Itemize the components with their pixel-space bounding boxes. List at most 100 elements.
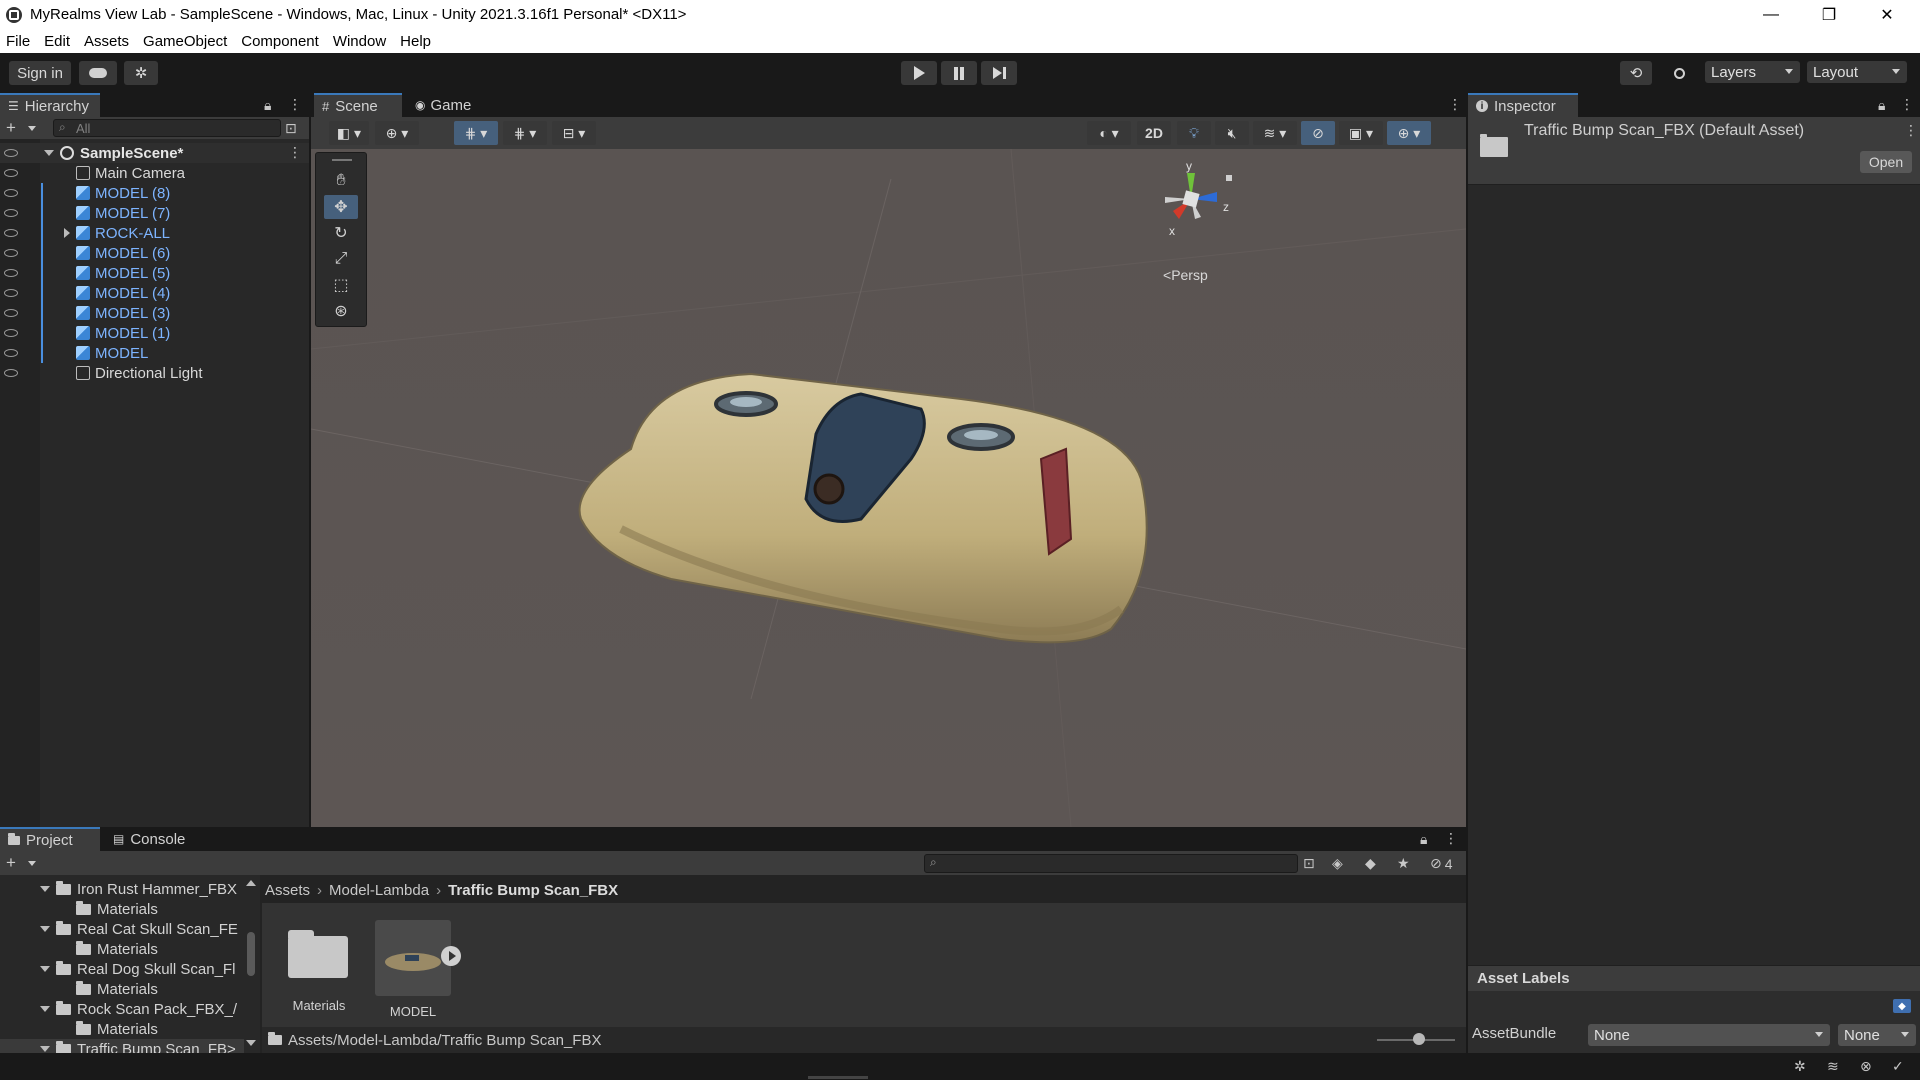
increment-snap-button[interactable]: ⋕ ▾ bbox=[503, 121, 547, 145]
inspector-kebab-icon[interactable]: ⋮ bbox=[1900, 96, 1914, 113]
kebab-menu-icon[interactable]: ⋮ bbox=[288, 96, 302, 113]
lock-icon[interactable]: 🔒︎ bbox=[264, 97, 271, 114]
eye-icon[interactable] bbox=[4, 149, 18, 157]
asset-model[interactable]: MODEL bbox=[375, 920, 465, 1020]
hierarchy-item[interactable]: MODEL (1) bbox=[0, 323, 309, 343]
project-tree-subfolder[interactable]: Materials bbox=[0, 939, 244, 959]
scroll-up-icon[interactable] bbox=[246, 880, 256, 886]
tag-icon[interactable]: ◆ bbox=[1893, 999, 1911, 1013]
menu-edit[interactable]: Edit bbox=[44, 33, 70, 50]
menu-help[interactable]: Help bbox=[400, 33, 431, 50]
tab-inspector[interactable]: i Inspector bbox=[1468, 93, 1578, 117]
audio-toggle-button[interactable]: 🔇︎ bbox=[1215, 121, 1249, 145]
breadcrumb-assets[interactable]: Assets bbox=[265, 882, 310, 899]
gizmos-button[interactable]: ⊕ ▾ bbox=[1387, 121, 1431, 145]
traffic-bump-model[interactable] bbox=[561, 339, 1161, 659]
2d-toggle-button[interactable]: 2D bbox=[1137, 121, 1171, 145]
persp-label[interactable]: <Persp bbox=[1163, 267, 1208, 283]
hierarchy-item[interactable]: MODEL (4) bbox=[0, 283, 309, 303]
zoom-slider-thumb[interactable] bbox=[1413, 1033, 1425, 1045]
pause-button[interactable] bbox=[941, 61, 977, 85]
search-filter-icon[interactable]: ⊡ bbox=[285, 120, 297, 137]
menu-assets[interactable]: Assets bbox=[84, 33, 129, 50]
network-icon[interactable]: ⊗ bbox=[1860, 1058, 1872, 1075]
project-kebab-icon[interactable]: ⋮ bbox=[1444, 830, 1458, 847]
play-button[interactable] bbox=[901, 61, 937, 85]
lighting-toggle-button[interactable]: 💡︎ bbox=[1177, 121, 1211, 145]
hierarchy-item[interactable]: MODEL (6) bbox=[0, 243, 309, 263]
hierarchy-item[interactable]: Main Camera bbox=[0, 163, 309, 183]
camera-settings-button[interactable]: ▣ ▾ bbox=[1339, 121, 1383, 145]
eye-icon[interactable] bbox=[4, 169, 18, 177]
scene-kebab-icon[interactable]: ⋮ bbox=[1448, 96, 1462, 113]
project-tree-folder[interactable]: Real Dog Skull Scan_Fl bbox=[0, 959, 244, 979]
tab-hierarchy[interactable]: ☰ Hierarchy bbox=[0, 93, 100, 117]
global-local-button[interactable]: ⊕ ▾ bbox=[375, 121, 419, 145]
expand-arrow-icon[interactable] bbox=[40, 926, 50, 932]
history-button[interactable]: ⟲ bbox=[1620, 61, 1652, 85]
collab-button[interactable]: ✲ bbox=[124, 61, 158, 85]
transform-tool-button[interactable]: ⊛ bbox=[324, 299, 358, 323]
sign-in-button[interactable]: Sign in bbox=[9, 61, 71, 85]
hand-tool-button[interactable]: ✋︎ bbox=[324, 169, 358, 193]
hierarchy-item[interactable]: MODEL (5) bbox=[0, 263, 309, 283]
breadcrumb-model-lambda[interactable]: Model-Lambda bbox=[329, 882, 429, 899]
eye-icon[interactable] bbox=[4, 249, 18, 257]
eye-icon[interactable] bbox=[4, 189, 18, 197]
effects-button[interactable]: ≋ ▾ bbox=[1253, 121, 1297, 145]
tab-project[interactable]: Project bbox=[0, 827, 100, 851]
menu-gameobject[interactable]: GameObject bbox=[143, 33, 227, 50]
hierarchy-search-input[interactable]: ⌕ All bbox=[53, 119, 281, 137]
scene-viewport[interactable]: y z x <Persp bbox=[311, 149, 1466, 827]
hidden-packages-button[interactable]: ⊘ 4 bbox=[1430, 855, 1453, 872]
assetbundle-variant-dropdown[interactable]: None bbox=[1838, 1024, 1916, 1046]
cloud-button[interactable] bbox=[79, 61, 117, 85]
scroll-down-icon[interactable] bbox=[246, 1040, 256, 1046]
check-icon[interactable]: ✓ bbox=[1892, 1058, 1904, 1075]
eye-icon[interactable] bbox=[4, 309, 18, 317]
filter-type-icon[interactable]: ◈ bbox=[1332, 855, 1343, 872]
project-lock-icon[interactable]: 🔒︎ bbox=[1420, 831, 1427, 848]
hidden-objects-button[interactable]: ⊘ bbox=[1301, 121, 1335, 145]
restore-button[interactable]: ❐ bbox=[1800, 0, 1858, 29]
tab-console[interactable]: ▤ Console bbox=[105, 827, 205, 851]
project-tree-folder[interactable]: Iron Rust Hammer_FBX bbox=[0, 879, 244, 899]
layers-dropdown[interactable]: Layers bbox=[1705, 61, 1800, 83]
breadcrumb-current[interactable]: Traffic Bump Scan_FBX bbox=[448, 882, 618, 899]
hierarchy-item[interactable]: ROCK-ALL bbox=[0, 223, 309, 243]
add-dropdown-icon[interactable] bbox=[28, 126, 36, 131]
open-button[interactable]: Open bbox=[1860, 151, 1912, 173]
draw-mode-button[interactable]: ◧ ▾ bbox=[329, 121, 369, 145]
expand-arrow-icon[interactable] bbox=[40, 1006, 50, 1012]
overlay-handle[interactable] bbox=[332, 159, 352, 161]
search-scope-icon[interactable]: ⊡ bbox=[1303, 855, 1315, 872]
eye-icon[interactable] bbox=[4, 209, 18, 217]
eye-icon[interactable] bbox=[4, 369, 18, 377]
zoom-slider[interactable] bbox=[1377, 1033, 1455, 1045]
expand-arrow-icon[interactable] bbox=[44, 150, 54, 156]
menu-component[interactable]: Component bbox=[241, 33, 319, 50]
rotate-tool-button[interactable]: ↻ bbox=[324, 221, 358, 245]
inspector-lock-icon[interactable]: 🔒︎ bbox=[1878, 97, 1885, 114]
step-button[interactable] bbox=[981, 61, 1017, 85]
project-tree-subfolder[interactable]: Materials bbox=[0, 979, 244, 999]
hierarchy-item[interactable]: MODEL (7) bbox=[0, 203, 309, 223]
project-tree-subfolder[interactable]: Materials bbox=[0, 899, 244, 919]
debug-icon[interactable]: ✲ bbox=[1794, 1058, 1806, 1075]
tab-scene[interactable]: # Scene bbox=[314, 93, 402, 117]
add-icon[interactable]: + bbox=[6, 118, 16, 138]
rect-tool-button[interactable]: ⬚ bbox=[324, 273, 358, 297]
eye-icon[interactable] bbox=[4, 349, 18, 357]
eye-icon[interactable] bbox=[4, 229, 18, 237]
expand-arrow-icon[interactable] bbox=[64, 228, 70, 238]
cache-icon[interactable]: ≋ bbox=[1827, 1058, 1839, 1075]
project-add-icon[interactable]: + bbox=[6, 853, 16, 873]
move-tool-button[interactable]: ✥ bbox=[324, 195, 358, 219]
tree-scrollbar[interactable] bbox=[246, 880, 256, 1050]
layout-dropdown[interactable]: Layout bbox=[1807, 61, 1907, 83]
project-add-dropdown-icon[interactable] bbox=[28, 861, 36, 866]
project-search-input[interactable]: ⌕ bbox=[924, 854, 1298, 873]
assetbundle-dropdown[interactable]: None bbox=[1588, 1024, 1830, 1046]
orientation-gizmo[interactable]: y z x bbox=[1151, 149, 1241, 249]
expand-arrow-icon[interactable] bbox=[40, 1046, 50, 1052]
